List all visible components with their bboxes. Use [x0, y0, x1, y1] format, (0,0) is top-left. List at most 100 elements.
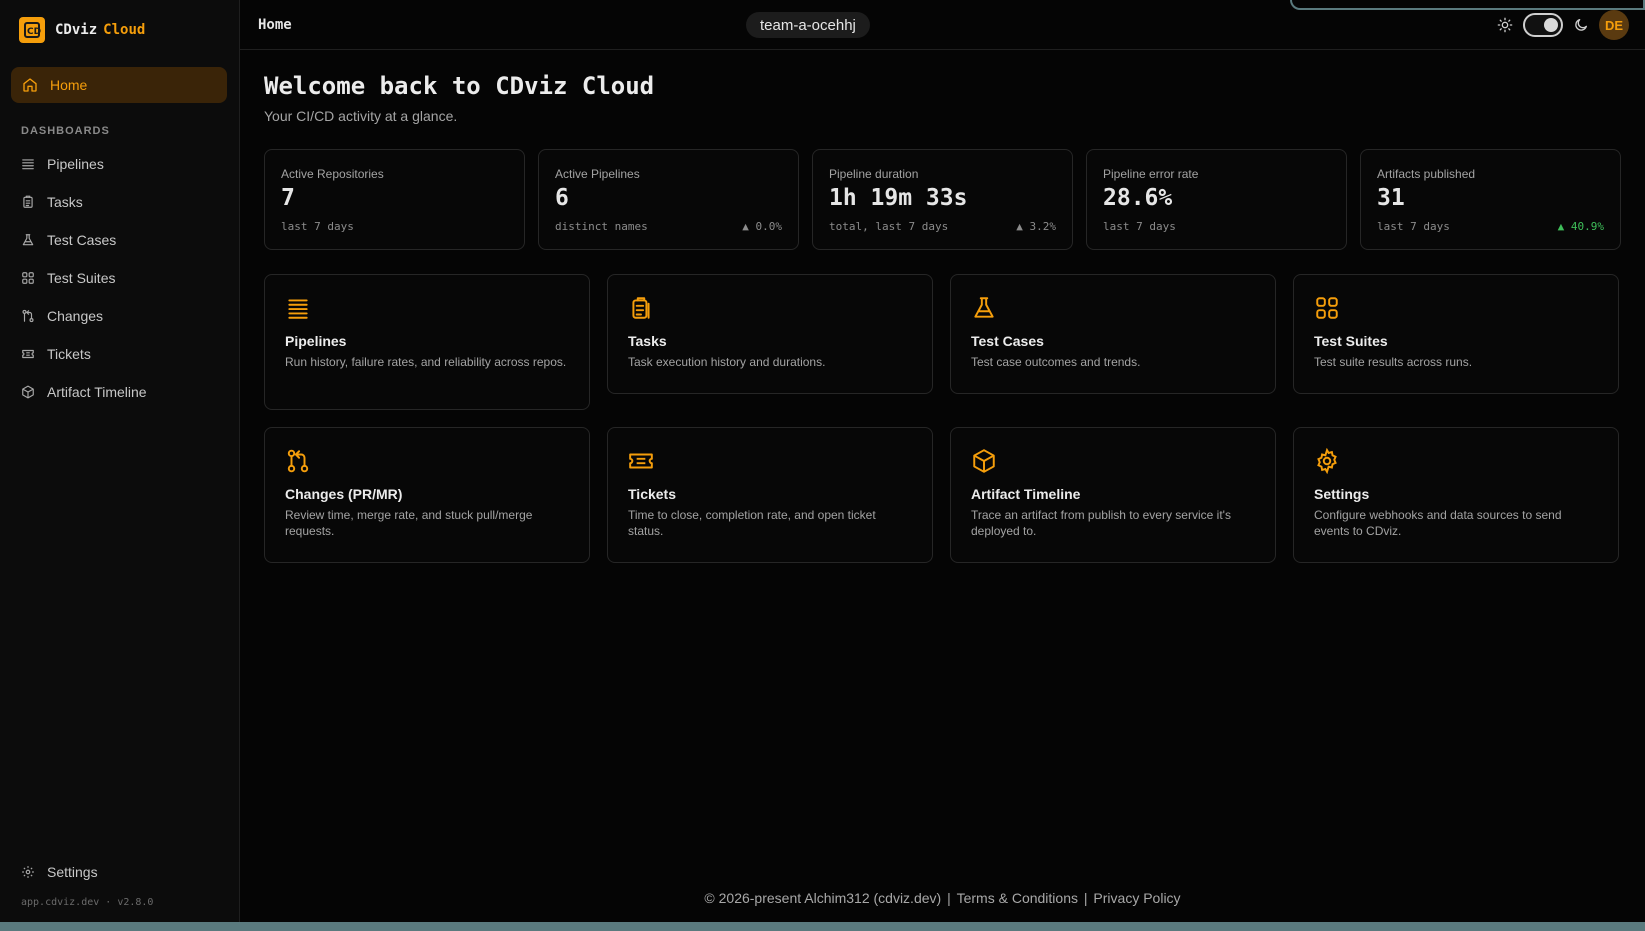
- home-icon: [23, 78, 37, 92]
- breadcrumb[interactable]: Home: [258, 17, 292, 33]
- card-title: Changes (PR/MR): [285, 486, 403, 502]
- sidebar-item-label: Artifact Timeline: [47, 384, 147, 400]
- stats-row: Active Repositories 7 last 7 days Active…: [264, 149, 1621, 250]
- stat-label: Pipeline duration: [829, 167, 919, 181]
- sidebar-item-label: Home: [50, 77, 88, 93]
- avatar[interactable]: DE: [1599, 10, 1629, 40]
- ticket-icon: [629, 453, 653, 469]
- sidebar-item-test-suites[interactable]: Test Suites: [0, 259, 239, 297]
- stat-delta: ▲ 40.9%: [1557, 220, 1604, 233]
- stat-label: Active Repositories: [281, 167, 384, 181]
- stat-card-active-repositories: Active Repositories 7 last 7 days: [264, 149, 525, 250]
- gear-icon: [1317, 447, 1337, 475]
- card-description: Trace an artifact from publish to every …: [971, 508, 1231, 538]
- stat-card-active-pipelines: Active Pipelines 6 distinct names ▲ 0.0%: [538, 149, 799, 250]
- terms-link[interactable]: Terms & Conditions: [957, 890, 1078, 906]
- team-selector[interactable]: team-a-ocehhj: [746, 12, 870, 38]
- stat-card-pipeline-error-rate: Pipeline error rate 28.6% last 7 days: [1086, 149, 1347, 250]
- section-label-dashboards: DASHBOARDS: [21, 125, 110, 137]
- dashboard-cards: Pipelines Run history, failure rates, an…: [264, 274, 1621, 563]
- card-test-cases[interactable]: Test Cases Test case outcomes and trends…: [950, 274, 1276, 394]
- theme-toggle[interactable]: [1523, 13, 1563, 37]
- brand[interactable]: CD CDviz Cloud: [0, 0, 239, 60]
- sidebar-item-label: Tasks: [47, 194, 83, 210]
- stat-label: Pipeline error rate: [1103, 167, 1199, 181]
- card-title: Test Cases: [971, 333, 1044, 349]
- card-title: Test Suites: [1314, 333, 1388, 349]
- card-description: Test suite results across runs.: [1314, 355, 1473, 369]
- sidebar-item-artifact-timeline[interactable]: Artifact Timeline: [0, 373, 239, 411]
- stat-foot: distinct names: [555, 220, 648, 233]
- card-tickets[interactable]: Tickets Time to close, completion rate, …: [607, 427, 933, 563]
- list-icon: [22, 159, 34, 170]
- stat-card-pipeline-duration: Pipeline duration 1h 19m 33s total, last…: [812, 149, 1073, 250]
- main-area: Home team-a-ocehhj DE Welcome back to CD…: [240, 0, 1645, 922]
- card-description: Task execution history and durations.: [628, 355, 826, 369]
- git-pull-request-icon: [22, 309, 34, 323]
- sun-icon[interactable]: [1497, 17, 1513, 33]
- card-title: Artifact Timeline: [971, 486, 1081, 502]
- page-subtitle: Your CI/CD activity at a glance.: [264, 108, 458, 124]
- ticket-icon: [22, 349, 34, 359]
- stat-foot: total, last 7 days: [829, 220, 949, 233]
- card-pipelines[interactable]: Pipelines Run history, failure rates, an…: [264, 274, 590, 410]
- stat-value: 31: [1377, 185, 1405, 211]
- stat-foot: last 7 days: [1103, 220, 1176, 233]
- card-tasks[interactable]: Tasks Task execution history and duratio…: [607, 274, 933, 394]
- flask-icon: [974, 297, 994, 318]
- content: Welcome back to CDviz Cloud Your CI/CD a…: [240, 50, 1645, 563]
- card-changes[interactable]: Changes (PR/MR) Review time, merge rate,…: [264, 427, 590, 563]
- app-window: CD CDviz Cloud Home DASHBOARDS Pipelines…: [0, 0, 1645, 922]
- card-test-suites[interactable]: Test Suites Test suite results across ru…: [1293, 274, 1619, 394]
- brand-accent: Cloud: [103, 22, 146, 38]
- sidebar-item-settings[interactable]: Settings: [0, 853, 239, 891]
- grid-icon: [1316, 297, 1338, 319]
- card-description: Review time, merge rate, and stuck pull/…: [285, 508, 533, 538]
- sidebar: CD CDviz Cloud Home DASHBOARDS Pipelines…: [0, 0, 240, 922]
- topbar-actions: DE: [1497, 10, 1629, 40]
- card-settings[interactable]: Settings Configure webhooks and data sou…: [1293, 427, 1619, 563]
- clipboard-icon: [23, 195, 33, 208]
- sidebar-footer: Settings app.cdviz.dev · v2.8.0: [0, 853, 239, 922]
- stat-card-artifacts-published: Artifacts published 31 last 7 days ▲ 40.9…: [1360, 149, 1621, 250]
- sidebar-item-label: Tickets: [47, 346, 91, 362]
- footer-separator: |: [947, 890, 951, 906]
- card-artifact-timeline[interactable]: Artifact Timeline Trace an artifact from…: [950, 427, 1276, 563]
- toggle-knob: [1544, 18, 1558, 32]
- sidebar-item-pipelines[interactable]: Pipelines: [0, 145, 239, 183]
- sidebar-item-test-cases[interactable]: Test Cases: [0, 221, 239, 259]
- sidebar-item-label: Changes: [47, 308, 104, 324]
- stat-delta: ▲ 0.0%: [742, 220, 782, 233]
- package-icon: [973, 449, 995, 473]
- moon-icon[interactable]: [1573, 17, 1589, 33]
- footer-separator: |: [1083, 890, 1088, 906]
- list-icon: [288, 299, 308, 319]
- stat-label: Artifacts published: [1377, 167, 1476, 181]
- stat-delta: ▲ 3.2%: [1016, 220, 1056, 233]
- clipboard-icon: [632, 297, 650, 319]
- sidebar-item-tickets[interactable]: Tickets: [0, 335, 239, 373]
- stat-value: 7: [281, 185, 295, 211]
- card-description: Configure webhooks and data sources to s…: [1314, 508, 1562, 538]
- package-icon: [22, 385, 34, 399]
- sidebar-item-tasks[interactable]: Tasks: [0, 183, 239, 221]
- card-description: Test case outcomes and trends.: [971, 355, 1141, 369]
- page-title: Welcome back to CDviz Cloud: [264, 72, 655, 100]
- card-title: Tasks: [628, 333, 667, 349]
- card-description: Time to close, completion rate, and open…: [628, 508, 876, 538]
- page-footer: © 2026-present Alchim312 (cdviz.dev) | T…: [240, 890, 1645, 906]
- brand-name: CDviz: [55, 22, 98, 38]
- card-title: Pipelines: [285, 333, 347, 349]
- privacy-link[interactable]: Privacy Policy: [1093, 890, 1180, 906]
- stat-foot: last 7 days: [1377, 220, 1450, 233]
- flask-icon: [22, 234, 34, 246]
- stat-value: 28.6%: [1103, 185, 1173, 211]
- sidebar-item-label: Test Suites: [47, 270, 116, 286]
- sidebar-item-changes[interactable]: Changes: [0, 297, 239, 335]
- sidebar-item-home[interactable]: Home: [11, 67, 227, 103]
- card-description: Run history, failure rates, and reliabil…: [285, 355, 567, 369]
- topbar: Home team-a-ocehhj DE: [240, 0, 1645, 50]
- stat-label: Active Pipelines: [555, 167, 640, 181]
- sidebar-item-label: Test Cases: [47, 232, 117, 248]
- svg-text:CD: CD: [27, 27, 41, 37]
